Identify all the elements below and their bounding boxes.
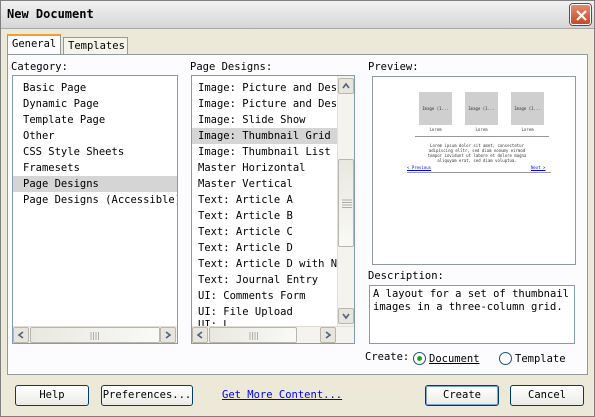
preview-caption: Lorem [521,127,534,132]
designs-hscrollbar[interactable] [192,326,354,343]
cancel-button[interactable]: Cancel [510,385,584,406]
radio-document-label[interactable]: Document [429,353,480,365]
tab-general-label: General [12,38,57,50]
design-item[interactable]: Master Vertical [192,176,337,192]
preview-divider [407,172,551,173]
category-item-framesets[interactable]: Framesets [13,160,177,176]
arrow-right-icon [165,331,172,339]
arrow-right-icon [325,331,332,339]
close-button[interactable] [570,4,591,25]
scroll-up-button[interactable] [338,78,354,94]
design-item-partial[interactable]: UI: L [192,319,337,326]
grip-icon [342,199,352,208]
category-label: Category: [11,61,68,73]
preview-pane: Image (1... Image (1... Image (1... Lore… [372,76,576,265]
design-item[interactable]: Text: Article D with Na [192,256,337,272]
design-item[interactable]: Image: Picture and Desc [192,96,337,112]
design-item[interactable]: UI: File Upload [192,304,337,320]
create-label: Create: [365,351,410,363]
design-item[interactable]: Image: Picture and Desc [192,80,337,96]
design-item[interactable]: Text: Article B [192,208,337,224]
radio-document[interactable] [413,352,426,365]
radio-selected-dot [417,356,422,361]
new-document-dialog: New Document General Templates Category:… [0,0,595,417]
title-bar: New Document [1,1,594,29]
designs-vscroll-thumb[interactable] [338,159,354,247]
category-item-basic-page[interactable]: Basic Page [13,80,177,96]
design-item[interactable]: Text: Article A [192,192,337,208]
general-tab-panel: Category: Basic Page Dynamic Page Templa… [7,54,588,375]
design-item[interactable]: Text: Article C [192,224,337,240]
create-button[interactable]: Create [425,385,499,406]
tab-templates-label: Templates [68,40,125,52]
radio-template-label[interactable]: Template [515,353,566,365]
grip-icon [249,332,258,340]
preview-thumbnail: Image (1... [511,92,544,125]
design-item[interactable]: Image: Slide Show [192,112,337,128]
tab-templates[interactable]: Templates [63,37,128,55]
preview-caption: Lorem [475,127,488,132]
close-icon [576,10,587,21]
description-box: A layout for a set of thumbnail images i… [369,285,575,344]
category-item-other[interactable]: Other [13,128,177,144]
description-label: Description: [368,270,444,282]
preview-divider [415,136,549,137]
scroll-right-button[interactable] [160,327,176,343]
page-designs-list[interactable]: Image: Picture and Desc Image: Picture a… [191,75,355,344]
help-button[interactable]: Help [15,385,89,406]
preview-next-link: Next > [531,165,546,170]
preview-thumbnail: Image (1... [419,92,452,125]
preferences-button[interactable]: Preferences... [101,385,193,406]
category-item-page-designs-accessible[interactable]: Page Designs (Accessible) [13,192,177,208]
category-item-page-designs[interactable]: Page Designs [13,176,177,192]
arrow-up-icon [342,82,350,89]
category-item-template-page[interactable]: Template Page [13,112,177,128]
scroll-down-button[interactable] [338,308,354,324]
category-item-dynamic-page[interactable]: Dynamic Page [13,96,177,112]
preview-label: Preview: [368,61,419,73]
category-hscroll-thumb[interactable] [30,327,160,343]
scroll-right-button[interactable] [320,327,336,343]
get-more-content-link[interactable]: Get More Content... [222,389,342,401]
category-item-css-style-sheets[interactable]: CSS Style Sheets [13,144,177,160]
design-item[interactable]: Text: Journal Entry [192,272,337,288]
page-designs-label: Page Designs: [190,61,273,73]
preview-body-text: Lorem ipsum dolor sit amet, consectetur … [427,143,527,163]
arrow-down-icon [342,313,350,320]
tab-general[interactable]: General [7,34,61,54]
preview-caption: Lorem [429,127,442,132]
designs-vscrollbar[interactable] [337,76,354,326]
design-item[interactable]: Master Horizontal [192,160,337,176]
preview-thumbnail: Image (1... [465,92,498,125]
design-item[interactable]: UI: Comments Form [192,288,337,304]
radio-template[interactable] [499,352,512,365]
designs-hscroll-thumb[interactable] [209,327,297,343]
design-item[interactable]: Text: Article D [192,240,337,256]
scroll-left-button[interactable] [192,327,208,343]
design-item[interactable]: Image: Thumbnail List [192,144,337,160]
category-list[interactable]: Basic Page Dynamic Page Template Page Ot… [12,75,178,344]
design-item-selected[interactable]: Image: Thumbnail Grid [192,128,337,144]
category-hscrollbar[interactable] [13,326,177,343]
window-title: New Document [7,7,94,21]
arrow-left-icon [17,331,24,339]
scroll-left-button[interactable] [13,327,29,343]
arrow-left-icon [196,331,203,339]
grip-icon [90,332,99,340]
preview-prev-link: < Previous [407,165,432,170]
